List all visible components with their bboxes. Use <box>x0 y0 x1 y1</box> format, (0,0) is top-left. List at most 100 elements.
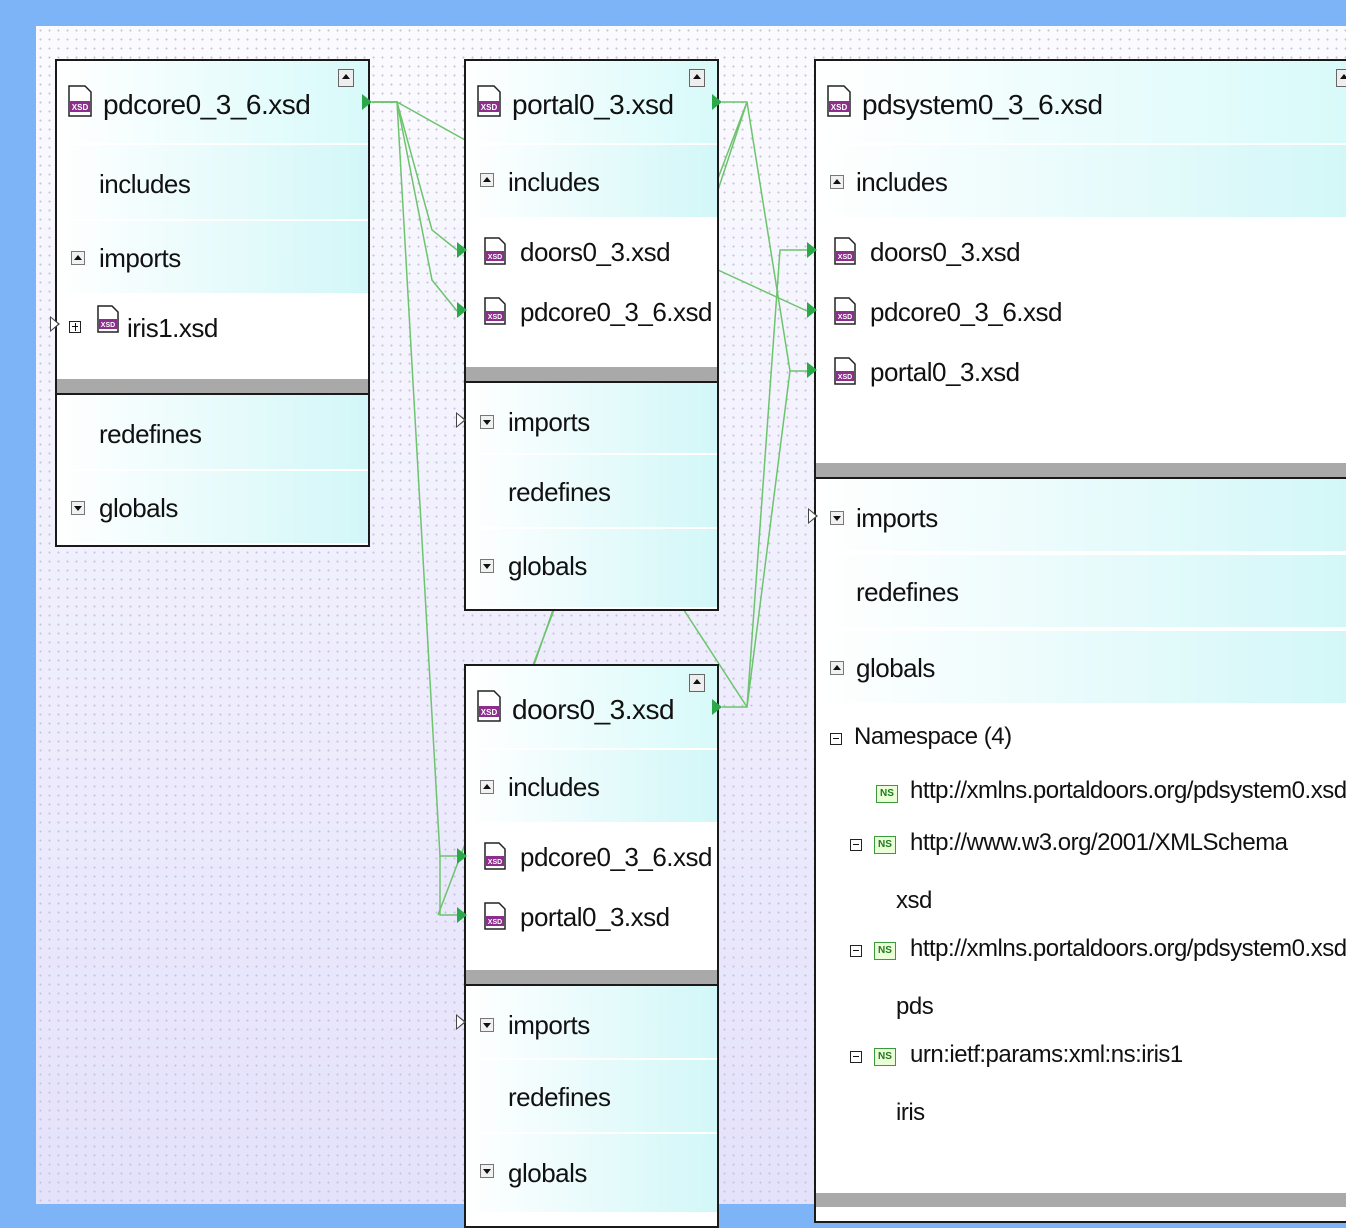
import-link-arrow-icon[interactable] <box>50 316 60 332</box>
section-separator <box>466 970 717 984</box>
wire-pdcore-to-portal-box <box>396 101 466 141</box>
imports-collapse-icon[interactable] <box>71 251 85 265</box>
schema-box-pdsystem[interactable]: XSD pdsystem0_3_6.xsd includes XSD doors… <box>814 59 1346 1223</box>
section-separator <box>816 463 1346 477</box>
imports-section[interactable]: imports <box>466 986 717 1058</box>
globals-label: globals <box>508 1158 587 1188</box>
include-item-portal[interactable]: XSD portal0_3.xsd <box>816 341 1346 401</box>
include-link-arrow-icon[interactable] <box>457 848 467 864</box>
include-link-arrow-icon[interactable] <box>457 302 467 318</box>
collapse-minus-icon[interactable] <box>830 733 842 745</box>
box-title-bar[interactable]: XSD doors0_3.xsd <box>466 666 717 748</box>
include-item-doors[interactable]: XSD doors0_3.xsd <box>816 221 1346 281</box>
include-link-arrow-icon[interactable] <box>712 94 722 110</box>
globals-section[interactable]: globals <box>57 471 368 543</box>
imports-expand-icon[interactable] <box>830 511 844 525</box>
globals-collapse-icon[interactable] <box>830 661 844 675</box>
redefines-section: redefines <box>816 555 1346 627</box>
wire-doors-to-portal-doors-2 <box>533 606 555 666</box>
includes-label: includes <box>99 169 191 199</box>
redefines-section: redefines <box>57 395 368 469</box>
collapse-box-button[interactable] <box>689 69 705 87</box>
globals-section[interactable]: globals <box>816 631 1346 703</box>
include-item-pdcore[interactable]: XSD pdcore0_3_6.xsd <box>816 281 1346 341</box>
namespace-prefix: xsd <box>896 887 932 914</box>
svg-text:XSD: XSD <box>481 708 498 717</box>
svg-text:XSD: XSD <box>838 374 852 381</box>
imports-section[interactable]: imports <box>816 479 1346 551</box>
includes-section[interactable]: includes <box>816 145 1346 217</box>
import-link-arrow-icon[interactable] <box>456 1014 466 1030</box>
section-separator <box>816 1193 1346 1207</box>
namespace-icon: NS <box>874 1048 896 1066</box>
imports-label: imports <box>508 1010 590 1040</box>
includes-collapse-icon[interactable] <box>480 173 494 187</box>
include-item-pdcore[interactable]: XSD pdcore0_3_6.xsd <box>466 281 717 341</box>
imports-section[interactable]: imports <box>466 383 717 453</box>
globals-expand-icon[interactable] <box>71 501 85 515</box>
collapse-minus-icon[interactable] <box>850 839 862 851</box>
imports-label: imports <box>508 407 590 437</box>
namespace-tree: Namespace (4) NS http://xmlns.portaldoor… <box>816 705 1346 1185</box>
include-file-label: portal0_3.xsd <box>870 357 1020 387</box>
includes-collapse-icon[interactable] <box>480 780 494 794</box>
svg-text:XSD: XSD <box>101 322 115 329</box>
include-link-arrow-icon[interactable] <box>807 362 817 378</box>
globals-section[interactable]: globals <box>466 529 717 607</box>
include-link-arrow-icon[interactable] <box>807 242 817 258</box>
imports-section[interactable]: imports <box>57 221 368 293</box>
include-item-doors[interactable]: XSD doors0_3.xsd <box>466 221 717 281</box>
expand-plus-icon[interactable] <box>69 321 81 333</box>
collapse-box-button[interactable] <box>338 69 354 87</box>
include-link-arrow-icon[interactable] <box>457 907 467 923</box>
globals-label: globals <box>856 653 935 683</box>
schema-box-doors[interactable]: XSD doors0_3.xsd includes XSD pdcore0_3_… <box>464 664 719 1228</box>
includes-section: includes <box>57 145 368 219</box>
schema-box-portal[interactable]: XSD portal0_3.xsd includes XSD doors0_3.… <box>464 59 719 611</box>
collapse-minus-icon[interactable] <box>850 945 862 957</box>
svg-text:XSD: XSD <box>72 103 89 112</box>
includes-section[interactable]: includes <box>466 145 717 217</box>
include-link-arrow-icon[interactable] <box>457 242 467 258</box>
xsd-file-icon: XSD <box>827 85 851 117</box>
box-title-bar[interactable]: XSD pdsystem0_3_6.xsd <box>816 61 1346 143</box>
redefines-section: redefines <box>466 1060 717 1132</box>
include-file-label: doors0_3.xsd <box>870 237 1021 267</box>
svg-text:XSD: XSD <box>838 254 852 261</box>
include-link-arrow-icon[interactable] <box>807 302 817 318</box>
include-link-arrow-icon[interactable] <box>362 94 372 110</box>
includes-collapse-icon[interactable] <box>830 175 844 189</box>
collapse-box-button[interactable] <box>1336 69 1346 87</box>
globals-expand-icon[interactable] <box>480 559 494 573</box>
box-title-bar[interactable]: XSD pdcore0_3_6.xsd <box>57 61 368 143</box>
box-title-bar[interactable]: XSD portal0_3.xsd <box>466 61 717 143</box>
imports-expand-icon[interactable] <box>480 1018 494 1032</box>
include-file-label: doors0_3.xsd <box>520 237 671 267</box>
namespace-icon: NS <box>876 785 898 803</box>
include-file-label: portal0_3.xsd <box>520 902 670 932</box>
namespace-icon: NS <box>874 942 896 960</box>
namespace-icon: NS <box>874 836 896 854</box>
wire-doors-to-pdsystem-doors <box>722 249 807 708</box>
xsd-file-icon: XSD <box>834 297 856 325</box>
includes-label: includes <box>508 167 600 197</box>
include-item-portal[interactable]: XSD portal0_3.xsd <box>466 886 717 946</box>
wire-portal-to-pdsystem-pdcore <box>717 269 808 312</box>
import-link-arrow-icon[interactable] <box>808 508 818 524</box>
collapse-minus-icon[interactable] <box>850 1051 862 1063</box>
import-item-iris[interactable]: XSD iris1.xsd <box>57 295 368 379</box>
import-link-arrow-icon[interactable] <box>456 412 466 428</box>
includes-section[interactable]: includes <box>466 750 717 822</box>
svg-text:XSD: XSD <box>488 314 502 321</box>
include-item-pdcore[interactable]: XSD pdcore0_3_6.xsd <box>466 826 717 886</box>
schema-box-pdcore[interactable]: XSD pdcore0_3_6.xsd includes imports XSD… <box>55 59 370 547</box>
globals-section[interactable]: globals <box>466 1134 717 1212</box>
collapse-box-button[interactable] <box>689 674 705 692</box>
imports-expand-icon[interactable] <box>480 415 494 429</box>
globals-expand-icon[interactable] <box>480 1164 494 1178</box>
section-separator <box>466 367 717 381</box>
svg-text:XSD: XSD <box>481 103 498 112</box>
svg-text:XSD: XSD <box>838 314 852 321</box>
include-link-arrow-icon[interactable] <box>712 699 722 715</box>
namespace-uri: urn:ietf:params:xml:ns:iris1 <box>910 1041 1183 1068</box>
